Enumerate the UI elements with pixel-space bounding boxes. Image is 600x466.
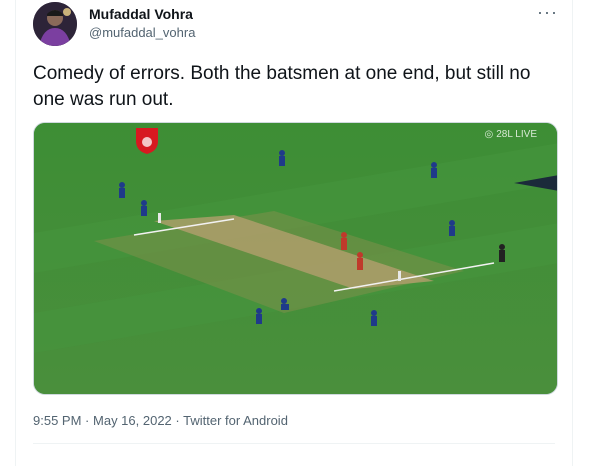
tweet-text: Comedy of errors. Both the batsmen at on…: [33, 63, 531, 110]
more-options-icon[interactable]: ···: [537, 2, 558, 23]
tweet-meta: 9:55 PM · May 16, 2022 · Twitter for And…: [33, 413, 288, 428]
live-label: 28L LIVE: [496, 129, 537, 140]
author-name[interactable]: Mufaddal Vohra: [89, 6, 193, 22]
meta-separator-2: ·: [175, 413, 180, 428]
tweet-source[interactable]: Twitter for Android: [183, 413, 288, 428]
tweet-card: Mufaddal Vohra @mufaddal_vohra ··· Comed…: [15, 0, 573, 466]
avatar[interactable]: [33, 2, 77, 46]
team-logo: [135, 127, 159, 155]
eye-icon: ◎: [484, 129, 494, 140]
author-handle[interactable]: @mufaddal_vohra: [89, 25, 195, 40]
divider: [33, 443, 555, 444]
video-player[interactable]: ◎ 28L LIVE: [33, 122, 558, 395]
meta-separator: ·: [85, 413, 90, 428]
live-indicator: ◎ 28L LIVE: [484, 129, 537, 140]
tweet-time[interactable]: 9:55 PM: [33, 413, 81, 428]
tweet-date[interactable]: May 16, 2022: [93, 413, 172, 428]
avatar-image: [33, 2, 77, 46]
cricket-field-frame: [34, 123, 557, 394]
